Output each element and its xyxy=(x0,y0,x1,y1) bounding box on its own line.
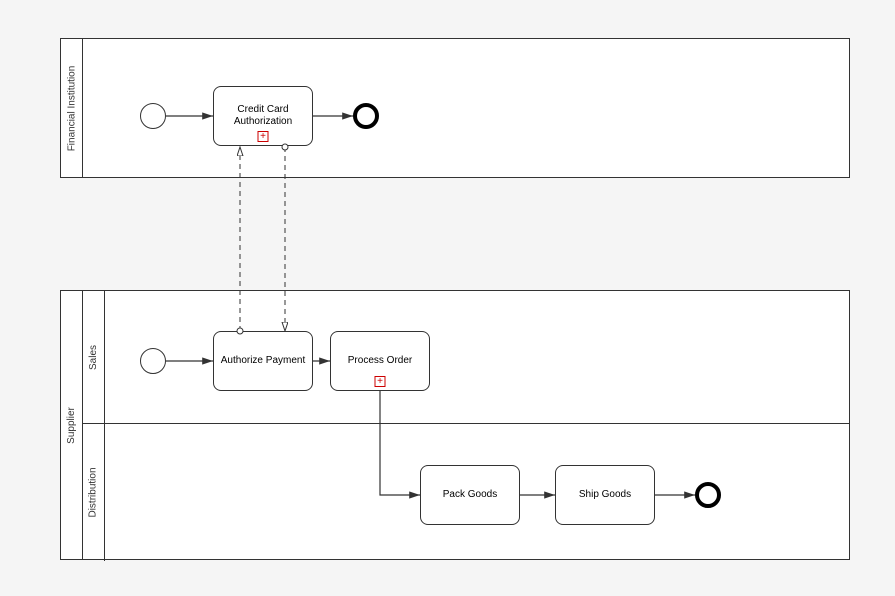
task-label: Process Order xyxy=(348,355,412,367)
task-label: Pack Goods xyxy=(443,489,497,501)
start-event-sales[interactable] xyxy=(140,348,166,374)
lane-label-sales: Sales xyxy=(83,291,105,423)
task-process-order[interactable]: Process Order + xyxy=(330,331,430,391)
lane-label-distribution: Distribution xyxy=(83,423,105,561)
task-label: Authorize Payment xyxy=(221,355,306,367)
start-event-financial[interactable] xyxy=(140,103,166,129)
task-pack-goods[interactable]: Pack Goods xyxy=(420,465,520,525)
subprocess-marker-icon: + xyxy=(258,131,269,142)
task-label: Credit Card Authorization xyxy=(218,104,308,128)
end-event-distribution[interactable] xyxy=(695,482,721,508)
task-authorize-payment[interactable]: Authorize Payment xyxy=(213,331,313,391)
pool-label-text: Financial Institution xyxy=(66,65,77,151)
task-label: Ship Goods xyxy=(579,489,631,501)
task-credit-card-authorization[interactable]: Credit Card Authorization + xyxy=(213,86,313,146)
lane-label-text: Distribution xyxy=(88,467,99,517)
subprocess-marker-icon: + xyxy=(375,376,386,387)
lane-divider xyxy=(83,423,849,424)
end-event-financial[interactable] xyxy=(353,103,379,129)
task-ship-goods[interactable]: Ship Goods xyxy=(555,465,655,525)
pool-label-financial: Financial Institution xyxy=(61,39,83,177)
pool-financial-institution: Financial Institution xyxy=(60,38,850,178)
pool-label-text: Supplier xyxy=(66,407,77,444)
pool-label-supplier: Supplier xyxy=(61,291,83,559)
lane-label-text: Sales xyxy=(88,344,99,369)
